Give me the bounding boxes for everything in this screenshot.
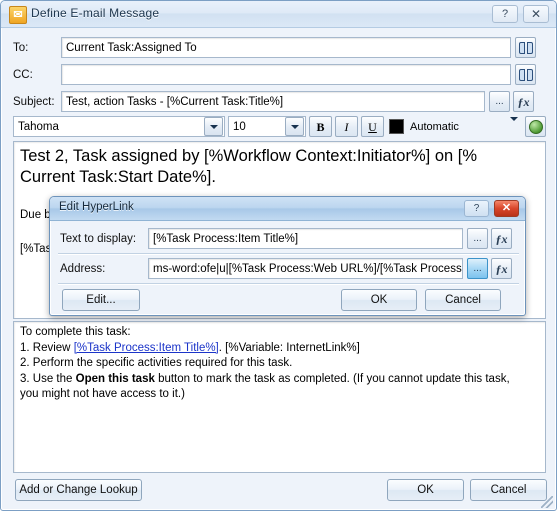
dialog-window-controls: ? ✕: [464, 200, 519, 217]
cc-label: CC:: [13, 68, 33, 81]
window-title: Define E-mail Message: [31, 6, 160, 20]
ok-button[interactable]: OK: [387, 479, 464, 501]
define-email-message-window: ✉ Define E-mail Message ? ✕ To: Current …: [0, 0, 557, 511]
subject-input[interactable]: Test, action Tasks - [%Current Task:Titl…: [61, 91, 485, 112]
to-address-book-button[interactable]: [515, 37, 536, 58]
address-ellipsis-button[interactable]: ...: [467, 258, 488, 279]
insert-hyperlink-button[interactable]: [525, 116, 546, 137]
cc-row: CC:: [13, 64, 546, 85]
text-to-display-row: Text to display: [%Task Process:Item Tit…: [60, 228, 517, 249]
edit-hyperlink-dialog: Edit HyperLink ? ✕ Text to display: [%Ta…: [49, 196, 526, 316]
close-button[interactable]: ✕: [523, 5, 549, 23]
globe-hyperlink-icon: [528, 119, 543, 134]
subject-row: Subject: Test, action Tasks - [%Current …: [13, 91, 546, 112]
dialog-edit-button[interactable]: Edit...: [62, 289, 140, 311]
font-color-picker[interactable]: Automatic: [389, 116, 522, 137]
item-title-hyperlink[interactable]: [%Task Process:Item Title%]: [74, 342, 219, 354]
subject-ellipsis-button[interactable]: ...: [489, 91, 510, 112]
main-window-controls: ? ✕: [492, 5, 549, 23]
chevron-down-icon[interactable]: [285, 117, 304, 136]
chevron-down-icon[interactable]: [204, 117, 223, 136]
address-book-icon: [518, 41, 533, 54]
task-step-3-line-2: you might not have access to it.): [20, 388, 185, 400]
step-1-prefix: 1. Review: [20, 341, 74, 354]
text-to-display-ellipsis-button[interactable]: ...: [467, 228, 488, 249]
formatting-toolbar: Tahoma 10 B I U Automatic: [13, 115, 546, 138]
dialog-ok-button[interactable]: OK: [341, 289, 417, 311]
cc-address-book-button[interactable]: [515, 64, 536, 85]
font-family-value: Tahoma: [18, 120, 59, 133]
main-titlebar[interactable]: ✉ Define E-mail Message ? ✕: [1, 1, 556, 28]
resize-grip[interactable]: [541, 496, 553, 508]
email-message-icon: ✉: [9, 6, 27, 24]
step-3-bold-text: Open this task: [75, 372, 155, 385]
font-size-combo[interactable]: 10: [228, 116, 306, 137]
task-step-1: 1. Review [%Task Process:Item Title%]. […: [20, 341, 539, 357]
address-row: Address: ms-word:ofe|u|[%Task Process:We…: [60, 258, 517, 279]
body-line-2: Current Task:Start Date%].: [20, 168, 216, 186]
dialog-divider: [58, 253, 519, 254]
dialog-close-button[interactable]: ✕: [494, 200, 519, 217]
underline-button[interactable]: U: [361, 116, 384, 137]
step-1-suffix: . [%Variable: InternetLink%]: [218, 341, 360, 354]
dialog-cancel-button[interactable]: Cancel: [425, 289, 501, 311]
color-swatch-icon: [389, 119, 404, 134]
subject-label: Subject:: [13, 95, 55, 108]
text-to-display-input[interactable]: [%Task Process:Item Title%]: [148, 228, 463, 249]
to-row: To: Current Task:Assigned To: [13, 37, 546, 58]
task-intro-text: To complete this task:: [20, 326, 131, 338]
email-body-editor-bottom[interactable]: To complete this task: 1. Review [%Task …: [13, 321, 546, 473]
text-to-display-label: Text to display:: [60, 232, 137, 245]
body-line-1: Test 2, Task assigned by [%Workflow Cont…: [20, 147, 478, 165]
chevron-down-icon[interactable]: [510, 116, 518, 133]
font-size-value: 10: [233, 120, 246, 133]
task-step-2: 2. Perform the specific activities requi…: [20, 357, 293, 369]
add-or-change-lookup-button[interactable]: Add or Change Lookup: [15, 479, 142, 501]
address-fx-button[interactable]: ƒx: [491, 258, 512, 279]
to-input[interactable]: Current Task:Assigned To: [61, 37, 511, 58]
dialog-help-button[interactable]: ?: [464, 200, 489, 217]
step-3-prefix: 3. Use the: [20, 372, 76, 385]
text-to-display-fx-button[interactable]: ƒx: [491, 228, 512, 249]
subject-fx-button[interactable]: ƒx: [513, 91, 534, 112]
cancel-button[interactable]: Cancel: [470, 479, 547, 501]
font-color-label: Automatic: [410, 120, 459, 133]
help-button[interactable]: ?: [492, 5, 518, 23]
step-3-suffix: button to mark the task as completed. (I…: [154, 372, 510, 385]
italic-button[interactable]: I: [335, 116, 358, 137]
address-label: Address:: [60, 262, 106, 275]
task-step-3: 3. Use the Open this task button to mark…: [20, 372, 539, 388]
bold-button[interactable]: B: [309, 116, 332, 137]
address-book-icon: [518, 68, 533, 81]
to-label: To:: [13, 41, 29, 54]
dialog-titlebar[interactable]: Edit HyperLink ? ✕: [50, 197, 525, 221]
dialog-title: Edit HyperLink: [59, 201, 134, 213]
cc-input[interactable]: [61, 64, 511, 85]
font-family-combo[interactable]: Tahoma: [13, 116, 225, 137]
address-input[interactable]: ms-word:ofe|u|[%Task Process:Web URL%]/[…: [148, 258, 463, 279]
dialog-divider-2: [58, 283, 519, 284]
